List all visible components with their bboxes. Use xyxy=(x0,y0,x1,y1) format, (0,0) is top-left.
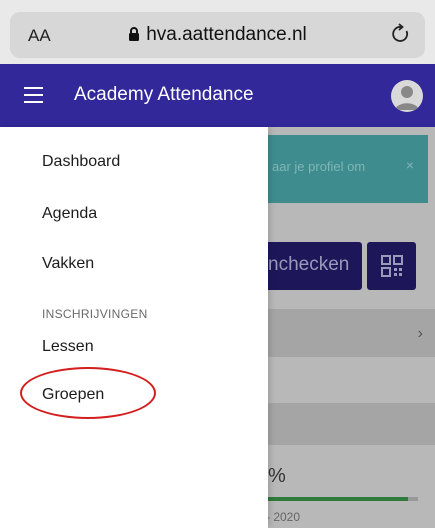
nav-item-lessen[interactable]: Lessen xyxy=(42,338,94,356)
attendance-progress xyxy=(258,497,418,501)
nav-item-dashboard[interactable]: Dashboard xyxy=(42,153,120,171)
nav-item-agenda[interactable]: Agenda xyxy=(42,205,97,223)
section-divider xyxy=(258,403,435,445)
highlight-circle xyxy=(20,367,156,419)
user-avatar-icon[interactable] xyxy=(391,80,423,112)
reload-icon[interactable] xyxy=(391,23,411,45)
qr-code-icon xyxy=(381,255,403,277)
year-label: - 2020 xyxy=(266,510,301,524)
checkin-label: nchecken xyxy=(268,254,350,275)
address-field[interactable]: AA hva.aattendance.nl xyxy=(10,12,425,58)
navigation-drawer: Dashboard Agenda Vakken INSCHRIJVINGEN L… xyxy=(0,127,268,528)
attendance-progress-fill xyxy=(258,497,409,501)
lock-icon xyxy=(129,27,140,41)
app-title: Academy Attendance xyxy=(74,84,254,105)
chevron-right-icon: › xyxy=(417,325,423,342)
url-text: hva.aattendance.nl xyxy=(146,24,307,45)
banner-text: aar je profiel om xyxy=(272,159,366,174)
profile-banner: aar je profiel om × xyxy=(258,135,428,203)
qr-scan-button[interactable] xyxy=(367,242,416,290)
app-header: Academy Attendance xyxy=(0,64,435,127)
browser-url-bar: AA hva.aattendance.nl xyxy=(0,0,435,64)
url-display: hva.aattendance.nl xyxy=(10,24,425,46)
banner-close-button[interactable]: × xyxy=(406,157,414,173)
collapsed-section[interactable]: › xyxy=(258,309,435,357)
checkin-button[interactable]: nchecken xyxy=(258,242,362,290)
attendance-percent: % xyxy=(268,465,286,487)
section-label-inschrijvingen: INSCHRIJVINGEN xyxy=(42,307,148,321)
nav-item-vakken[interactable]: Vakken xyxy=(42,255,94,273)
hamburger-menu-icon[interactable] xyxy=(24,87,43,108)
